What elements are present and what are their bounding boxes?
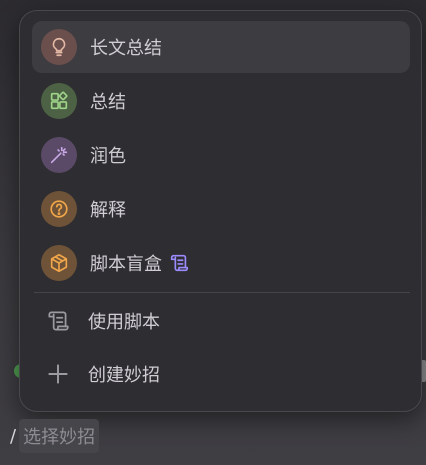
action-label: 使用脚本: [88, 312, 160, 333]
menu-divider: [34, 292, 410, 293]
grid-plus-icon: [41, 83, 77, 119]
slash-prefix: /: [10, 425, 17, 447]
menu-item-label: 长文总结: [90, 38, 162, 59]
input-placeholder[interactable]: 选择妙招: [19, 419, 100, 453]
command-menu: 长文总结 总结 润色 解释 脚本盲盒 使用脚本 创建妙招: [19, 10, 422, 412]
magic-wand-icon: [41, 137, 77, 173]
menu-item-script-blindbox[interactable]: 脚本盲盒: [32, 237, 410, 289]
command-input[interactable]: / 选择妙招: [10, 418, 100, 454]
scroll-icon: [40, 303, 76, 339]
menu-item-label: 解释: [90, 200, 126, 221]
menu-item-label: 总结: [90, 92, 126, 113]
menu-item-summary[interactable]: 总结: [32, 75, 410, 127]
menu-item-explain[interactable]: 解释: [32, 183, 410, 235]
create-trick-action[interactable]: 创建妙招: [32, 348, 410, 400]
lightbulb-icon: [41, 29, 77, 65]
question-circle-icon: [41, 191, 77, 227]
plus-icon: [40, 356, 76, 392]
box-icon: [41, 245, 77, 281]
scroll-icon: [168, 252, 190, 274]
use-script-action[interactable]: 使用脚本: [32, 295, 410, 347]
menu-item-long-summary[interactable]: 长文总结: [32, 21, 410, 73]
menu-item-polish[interactable]: 润色: [32, 129, 410, 181]
action-label: 创建妙招: [88, 365, 160, 386]
menu-item-label: 脚本盲盒: [90, 254, 162, 275]
menu-item-label: 润色: [90, 146, 126, 167]
